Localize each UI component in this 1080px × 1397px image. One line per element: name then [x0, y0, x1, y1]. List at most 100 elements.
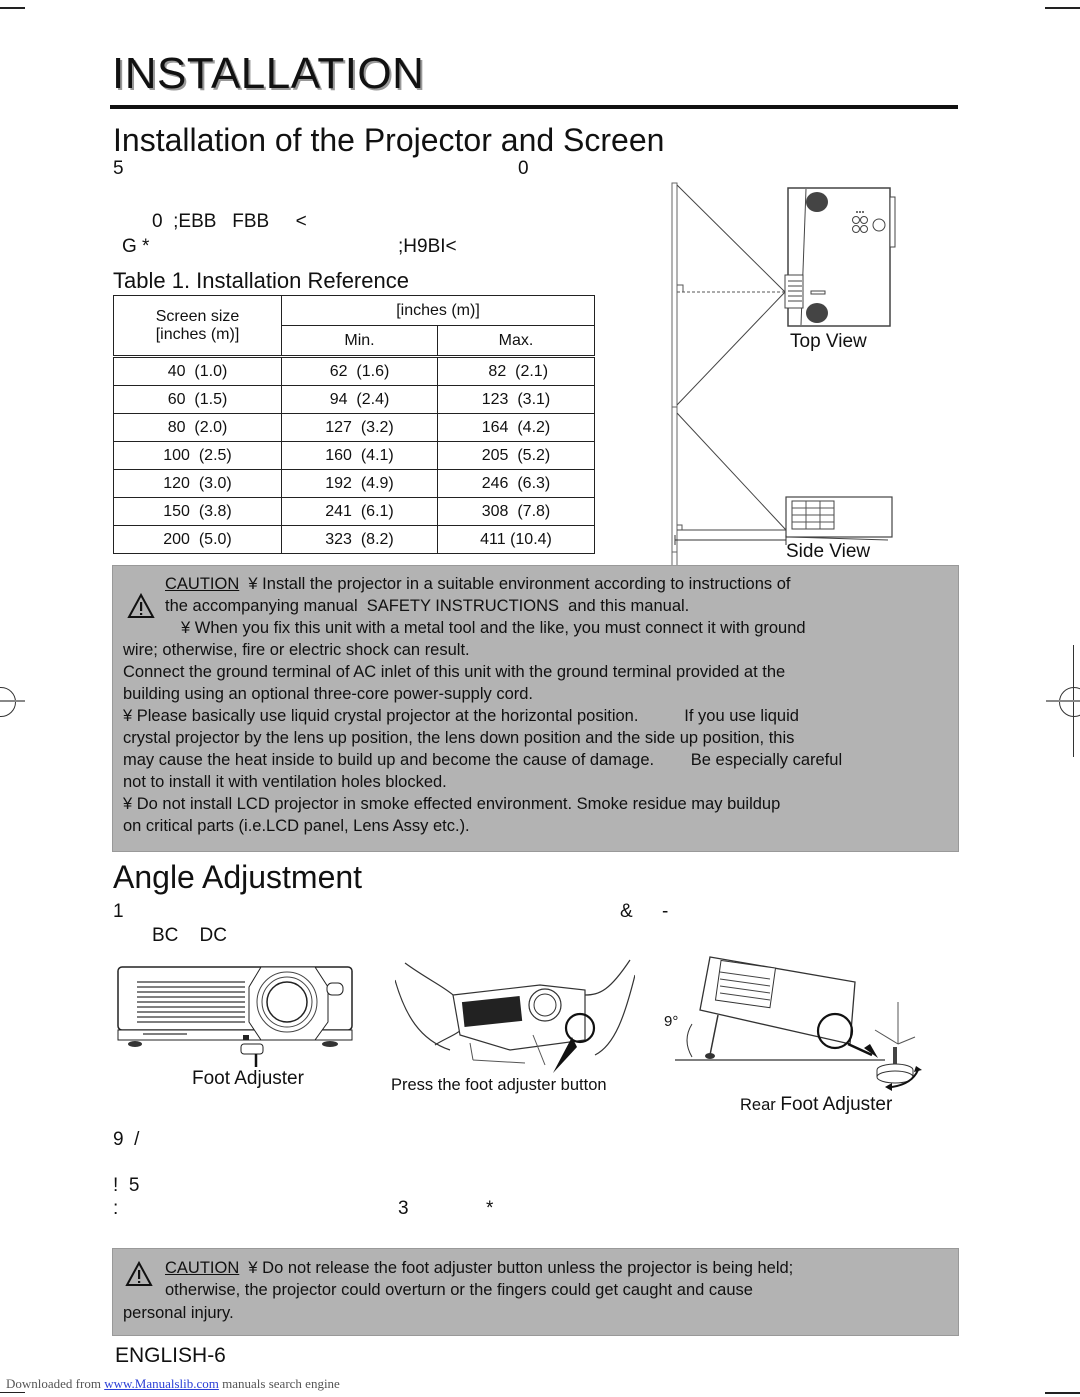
caution-box-installation: CAUTION ¥ Install the projector in a sui… [112, 565, 959, 852]
header-max: Max. [437, 325, 595, 357]
garbled-text: : [113, 1198, 119, 1219]
cell-min: 192 (4.9) [281, 469, 438, 498]
garbled-text: BC DC [152, 925, 227, 946]
cell-max: 164 (4.2) [437, 413, 595, 442]
cell-max: 205 (5.2) [437, 441, 595, 470]
section-heading-installation: Installation of the Projector and Screen [113, 122, 665, 158]
garbled-text: & [620, 901, 633, 922]
download-footer: Downloaded from www.Manualslib.com manua… [6, 1376, 340, 1392]
crop-mark [0, 1392, 25, 1393]
caution-line: building using an optional three-core po… [123, 685, 533, 703]
cell-min: 323 (8.2) [281, 525, 438, 554]
garbled-text: 1 [113, 901, 124, 922]
table-row: 80 (2.0) 127 (3.2) 164 (4.2) [113, 413, 595, 442]
header-screen-size: Screen size [inches (m)] [113, 295, 282, 357]
registration-mark [0, 700, 25, 702]
caution-line: not to install it with ventilation holes… [123, 773, 447, 791]
header-text: Screen size [155, 307, 240, 325]
caution-line: wire; otherwise, fire or electric shock … [123, 641, 470, 659]
caution-line: crystal projector by the lens up positio… [123, 729, 795, 747]
press-button-label: Press the foot adjuster button [391, 1076, 607, 1094]
crop-mark [1045, 1392, 1080, 1394]
caution-line: ¥ Please basically use liquid crystal pr… [123, 707, 799, 725]
garbled-text: G * [122, 236, 150, 257]
table-row: 150 (3.8) 241 (6.1) 308 (7.8) [113, 497, 595, 526]
cell-size: 120 (3.0) [113, 469, 282, 498]
caution-line: may cause the heat inside to build up an… [123, 751, 843, 769]
cell-max: 411 (10.4) [437, 525, 595, 554]
table-row: 120 (3.0) 192 (4.9) 246 (6.3) [113, 469, 595, 498]
cell-size: 200 (5.0) [113, 525, 282, 554]
caution-box-foot-adjuster: CAUTION ¥ Do not release the foot adjust… [112, 1248, 959, 1336]
caution-line: ¥ When you fix this unit with a metal to… [181, 619, 806, 637]
cell-max: 308 (7.8) [437, 497, 595, 526]
cell-min: 62 (1.6) [281, 355, 438, 386]
caution-line: otherwise, the projector could overturn … [165, 1281, 753, 1299]
cell-max: 123 (3.1) [437, 385, 595, 414]
table-row: 200 (5.0) 323 (8.2) 411 (10.4) [113, 525, 595, 554]
garbled-text: 9 / [113, 1129, 140, 1150]
press-button-illustration [395, 959, 635, 1073]
rear-foot-adjuster-text: Foot Adjuster [780, 1094, 893, 1115]
warning-icon [127, 593, 155, 618]
warning-icon [125, 1261, 153, 1286]
garbled-text: ! 5 [113, 1175, 140, 1196]
title-divider [110, 105, 958, 109]
garbled-text: 0 ;EBB FBB < [152, 211, 307, 232]
download-prefix: Downloaded from [6, 1376, 105, 1391]
caution-line: on critical parts (i.e.LCD panel, Lens A… [123, 817, 470, 835]
garbled-text: * [486, 1198, 494, 1219]
rear-foot-adjuster-label: Rear Foot Adjuster [740, 1094, 892, 1116]
garbled-text: - [662, 901, 669, 922]
caution-line: ¥ Do not install LCD projector in smoke … [123, 795, 781, 813]
garbled-text: ;H9BI< [398, 236, 457, 257]
header-min: Min. [281, 325, 438, 357]
cell-max: 82 (2.1) [437, 355, 595, 386]
foot-adjuster-label: Foot Adjuster [192, 1068, 304, 1089]
cell-size: 40 (1.0) [113, 355, 282, 386]
download-suffix: manuals search engine [218, 1376, 340, 1391]
caution-line: CAUTION ¥ Install the projector in a sui… [165, 576, 790, 593]
registration-mark [1046, 700, 1080, 702]
page-number: ENGLISH-6 [115, 1344, 226, 1367]
section-heading-angle: Angle Adjustment [113, 859, 363, 895]
garbled-text: 5 [113, 158, 124, 179]
caution-line: the accompanying manual SAFETY INSTRUCTI… [165, 597, 690, 615]
header-text: [inches (m)] [155, 325, 240, 343]
projection-diagram [671, 182, 896, 569]
cell-min: 94 (2.4) [281, 385, 438, 414]
cell-min: 241 (6.1) [281, 497, 438, 526]
header-distance-unit: [inches (m)] [281, 295, 595, 326]
rear-prefix: Rear [740, 1096, 776, 1114]
manualslib-link[interactable]: www.Manualslib.com [104, 1376, 219, 1391]
cell-size: 150 (3.8) [113, 497, 282, 526]
crop-mark [1045, 7, 1080, 9]
tilt-angle-label: 9° [664, 1013, 679, 1030]
table-row: 100 (2.5) 160 (4.1) 205 (5.2) [113, 441, 595, 470]
side-view-label: Side View [786, 541, 871, 562]
caution-line: CAUTION ¥ Do not release the foot adjust… [165, 1260, 793, 1277]
caution-text: ¥ Do not release the foot adjuster butto… [248, 1259, 794, 1277]
caution-label: CAUTION [165, 1259, 240, 1277]
caution-text: ¥ Install the projector in a suitable en… [248, 575, 791, 593]
table-header-row: Screen size [inches (m)] [inches (m)] [113, 295, 595, 357]
cell-size: 60 (1.5) [113, 385, 282, 414]
caution-label: CAUTION [165, 575, 240, 593]
projector-front-illustration [117, 966, 353, 1067]
cell-min: 127 (3.2) [281, 413, 438, 442]
page-title: INSTALLATION [112, 49, 425, 98]
crop-mark [0, 7, 25, 9]
side-view-diagram [671, 406, 893, 553]
table-caption: Table 1. Installation Reference [113, 268, 409, 293]
table-row: 40 (1.0) 62 (1.6) 82 (2.1) [113, 355, 595, 386]
top-view-label: Top View [790, 331, 867, 352]
cell-max: 246 (6.3) [437, 469, 595, 498]
garbled-text: 3 [398, 1198, 409, 1219]
cell-min: 160 (4.1) [281, 441, 438, 470]
registration-mark [0, 687, 16, 717]
tilted-projector-illustration [675, 956, 922, 1091]
caution-line: Connect the ground terminal of AC inlet … [123, 663, 786, 681]
cell-size: 100 (2.5) [113, 441, 282, 470]
caution-line: personal injury. [123, 1304, 234, 1322]
cell-size: 80 (2.0) [113, 413, 282, 442]
